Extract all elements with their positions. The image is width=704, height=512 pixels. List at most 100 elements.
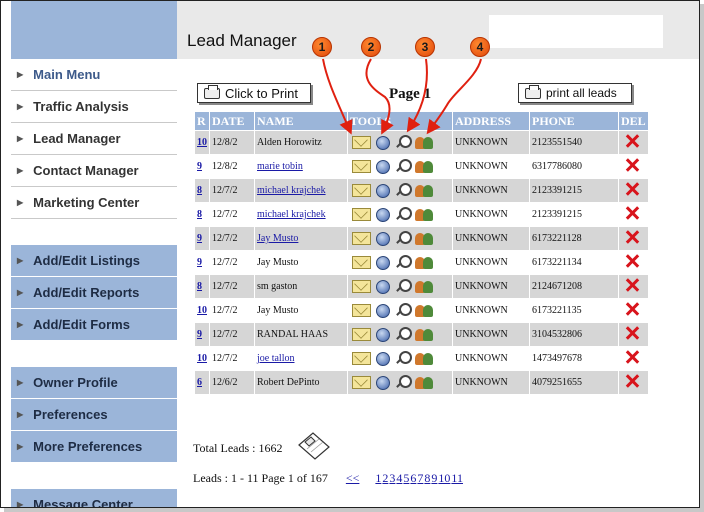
delete-icon[interactable] (625, 134, 639, 148)
sidebar-item-message-center[interactable]: ▶ Message Center (11, 489, 177, 507)
contacts-icon[interactable] (415, 231, 434, 246)
email-icon[interactable] (352, 256, 371, 269)
email-icon[interactable] (352, 376, 371, 389)
lead-name-link[interactable]: marie tobin (257, 161, 303, 172)
info-icon[interactable] (376, 303, 390, 318)
email-icon[interactable] (352, 304, 371, 317)
email-icon[interactable] (352, 136, 371, 149)
lead-name-link[interactable]: michael krajchek (257, 185, 326, 196)
rating-link[interactable]: 8 (197, 209, 202, 220)
delete-icon[interactable] (625, 302, 639, 316)
info-icon[interactable] (376, 279, 390, 294)
info-icon[interactable] (376, 255, 390, 270)
info-icon[interactable] (376, 159, 390, 174)
contacts-icon[interactable] (415, 327, 434, 342)
magnifier-icon[interactable] (395, 303, 412, 318)
email-icon[interactable] (352, 160, 371, 173)
lead-name-link[interactable]: joe tallon (257, 353, 295, 364)
delete-icon[interactable] (625, 158, 639, 172)
sidebar-item-traffic-analysis[interactable]: ▶ Traffic Analysis (11, 91, 177, 123)
print-all-leads-button[interactable]: print all leads (518, 83, 632, 103)
magnifier-icon[interactable] (395, 375, 412, 390)
info-icon[interactable] (376, 327, 390, 342)
email-icon[interactable] (352, 208, 371, 221)
rating-link[interactable]: 9 (197, 329, 202, 340)
sidebar-item-main-menu[interactable]: ▶ Main Menu (11, 59, 177, 91)
pagination-page-link[interactable]: 2 (382, 471, 388, 485)
magnifier-icon[interactable] (395, 351, 412, 366)
click-to-print-button[interactable]: Click to Print (197, 83, 311, 103)
rating-link[interactable]: 9 (197, 161, 202, 172)
pagination-page-link[interactable]: 11 (451, 471, 463, 485)
info-icon[interactable] (376, 207, 390, 222)
delete-icon[interactable] (625, 350, 639, 364)
contacts-icon[interactable] (415, 207, 434, 222)
info-icon[interactable] (376, 135, 390, 150)
pagination-page-link[interactable]: 3 (389, 471, 395, 485)
magnifier-icon[interactable] (395, 327, 412, 342)
sidebar-item-marketing-center[interactable]: ▶ Marketing Center (11, 187, 177, 219)
magnifier-icon[interactable] (395, 255, 412, 270)
contacts-icon[interactable] (415, 279, 434, 294)
tool-icons (350, 231, 450, 246)
sidebar-item-add-edit-listings[interactable]: ▶ Add/Edit Listings (11, 245, 177, 277)
sidebar-item-lead-manager[interactable]: ▶ Lead Manager (11, 123, 177, 155)
pagination-page-link[interactable]: 7 (417, 471, 423, 485)
sidebar-item-owner-profile[interactable]: ▶ Owner Profile (11, 367, 177, 399)
contacts-icon[interactable] (415, 159, 434, 174)
pagination-page-link[interactable]: 6 (410, 471, 416, 485)
email-icon[interactable] (352, 328, 371, 341)
pagination-prev-link[interactable]: << (346, 471, 360, 486)
info-icon[interactable] (376, 351, 390, 366)
magnifier-icon[interactable] (395, 135, 412, 150)
delete-icon[interactable] (625, 254, 639, 268)
delete-icon[interactable] (625, 278, 639, 292)
pagination-page-link[interactable]: 8 (424, 471, 430, 485)
email-icon[interactable] (352, 352, 371, 365)
magnifier-icon[interactable] (395, 159, 412, 174)
rating-link[interactable]: 10 (197, 137, 207, 148)
rating-link[interactable]: 10 (197, 353, 207, 364)
pagination-page-link[interactable]: 1 (375, 471, 381, 485)
delete-icon[interactable] (625, 326, 639, 340)
contacts-icon[interactable] (415, 351, 434, 366)
contacts-icon[interactable] (415, 375, 434, 390)
sidebar-item-add-edit-reports[interactable]: ▶ Add/Edit Reports (11, 277, 177, 309)
rating-link[interactable]: 8 (197, 185, 202, 196)
sidebar-item-add-edit-forms[interactable]: ▶ Add/Edit Forms (11, 309, 177, 341)
rating-link[interactable]: 10 (197, 305, 207, 316)
delete-icon[interactable] (625, 206, 639, 220)
email-icon[interactable] (352, 280, 371, 293)
sidebar-item-preferences[interactable]: ▶ Preferences (11, 399, 177, 431)
pagination-page-link[interactable]: 9 (431, 471, 437, 485)
rating-link[interactable]: 9 (197, 233, 202, 244)
contacts-icon[interactable] (415, 303, 434, 318)
rating-link[interactable]: 6 (197, 377, 202, 388)
app-window: ▶ Main Menu ▶ Traffic Analysis ▶ Lead Manager… (0, 0, 700, 508)
magnifier-icon[interactable] (395, 183, 412, 198)
magnifier-icon[interactable] (395, 231, 412, 246)
pagination-page-link[interactable]: 5 (403, 471, 409, 485)
contacts-icon[interactable] (415, 255, 434, 270)
cell-name: Jay Musto (255, 251, 347, 274)
delete-icon[interactable] (625, 230, 639, 244)
contacts-icon[interactable] (415, 183, 434, 198)
info-icon[interactable] (376, 375, 390, 390)
email-icon[interactable] (352, 232, 371, 245)
rating-link[interactable]: 9 (197, 257, 202, 268)
delete-icon[interactable] (625, 182, 639, 196)
magnifier-icon[interactable] (395, 207, 412, 222)
sidebar-item-more-preferences[interactable]: ▶ More Preferences (11, 431, 177, 463)
lead-name-link[interactable]: michael krajchek (257, 209, 326, 220)
lead-name-link[interactable]: Jay Musto (257, 233, 298, 244)
rating-link[interactable]: 8 (197, 281, 202, 292)
pagination-page-link[interactable]: 10 (438, 471, 450, 485)
info-icon[interactable] (376, 183, 390, 198)
sidebar-item-contact-manager[interactable]: ▶ Contact Manager (11, 155, 177, 187)
info-icon[interactable] (376, 231, 390, 246)
pagination-page-link[interactable]: 4 (396, 471, 402, 485)
email-icon[interactable] (352, 184, 371, 197)
contacts-icon[interactable] (415, 135, 434, 150)
magnifier-icon[interactable] (395, 279, 412, 294)
delete-icon[interactable] (625, 374, 639, 388)
